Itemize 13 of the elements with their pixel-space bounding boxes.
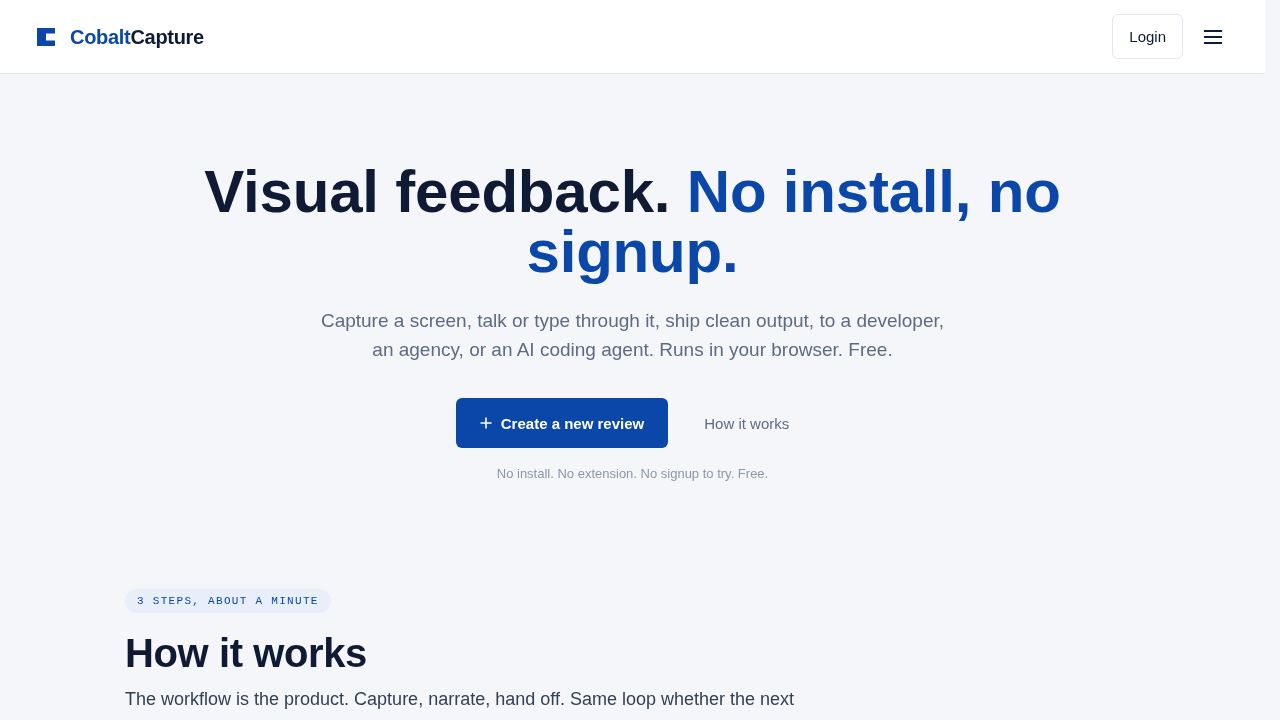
create-review-button[interactable]: Create a new review (455, 398, 669, 448)
section-heading: How it works (125, 630, 368, 677)
menu-icon[interactable] (1204, 29, 1222, 44)
logo-wordmark[interactable]: CobaltCapture (70, 24, 204, 49)
login-button[interactable]: Login (1112, 14, 1183, 59)
section-badge: 3 STEPS, ABOUT A MINUTE (125, 589, 331, 613)
hero-subtitle: Capture a screen, talk or type through it, ship clean output, to a developer, an agency, or an AI coding agent. Runs in your browser. Free. (319, 309, 946, 362)
hero-note: No install. No extension. No signup to try. Free. (496, 465, 769, 483)
plus-icon (479, 417, 492, 429)
how-it-works-button[interactable]: How it works (684, 398, 810, 448)
logo-icon (37, 27, 55, 46)
hero-heading: Visual feedback. No install, no signup. (203, 162, 1062, 282)
section-intro: The workflow is the product. Capture, narrate, hand off. Same loop whether the next (125, 688, 796, 711)
